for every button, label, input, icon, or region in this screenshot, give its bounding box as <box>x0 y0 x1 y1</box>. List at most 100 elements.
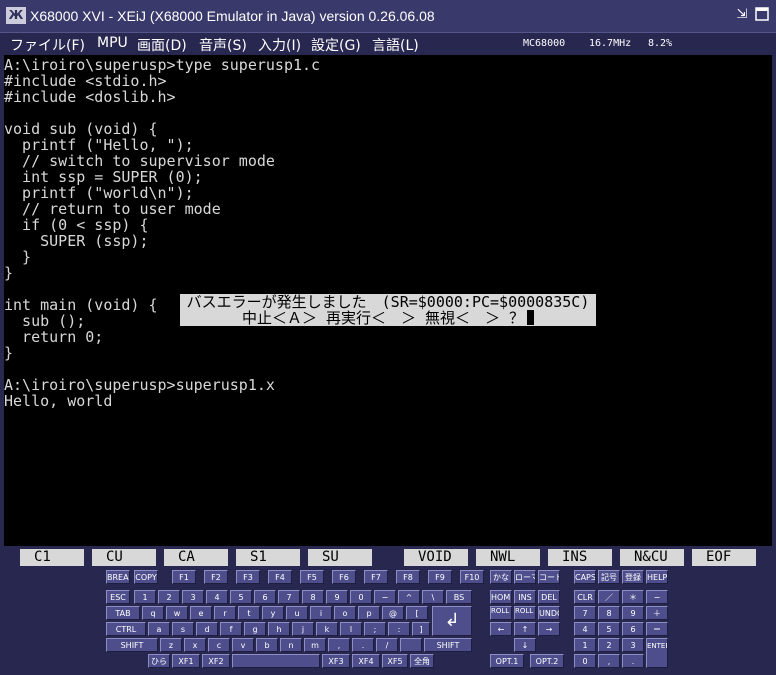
keyboard-key[interactable]: ／ <box>598 590 620 604</box>
keyboard-key[interactable]: F10 <box>460 570 484 584</box>
keyboard-key[interactable]: , <box>598 654 620 668</box>
maximize-icon[interactable] <box>754 7 770 23</box>
keyboard-key[interactable]: ROLL UP <box>490 606 512 620</box>
keyboard-key[interactable]: 8 <box>302 590 324 604</box>
keyboard-key[interactable]: DEL <box>538 590 560 604</box>
keyboard-key[interactable]: b <box>256 638 278 652</box>
keyboard-key[interactable]: 5 <box>598 622 620 636</box>
keyboard-key[interactable]: CTRL <box>106 622 146 636</box>
keyboard-key[interactable]: p <box>358 606 380 620</box>
keyboard-key[interactable]: F3 <box>236 570 260 584</box>
emulator-screen[interactable]: A:\iroiro\superusp>type superusp1.c #incl… <box>4 55 772 546</box>
keyboard-key[interactable]: F2 <box>204 570 228 584</box>
keyboard-key[interactable]: OPT.2 <box>530 654 564 668</box>
keyboard-key[interactable]: , <box>328 638 350 652</box>
keyboard-key[interactable]: UNDO <box>538 606 560 620</box>
keyboard-key[interactable]: SHIFT <box>106 638 158 652</box>
keyboard-key[interactable]: 0 <box>574 654 596 668</box>
keyboard-key[interactable]: y <box>262 606 284 620</box>
keyboard-key[interactable]: \ <box>422 590 444 604</box>
keyboard-key[interactable]: 8 <box>598 606 620 620</box>
keyboard-key[interactable]: ^ <box>398 590 420 604</box>
keyboard-key[interactable]: x <box>184 638 206 652</box>
keyboard-key[interactable]: ローマ <box>514 570 536 584</box>
keyboard-key[interactable] <box>232 654 320 668</box>
keyboard-key[interactable]: u <box>286 606 308 620</box>
keyboard-key[interactable]: 6 <box>622 622 644 636</box>
keyboard-key[interactable]: r <box>214 606 236 620</box>
keyboard-key[interactable]: コード <box>538 570 560 584</box>
keyboard-key[interactable]: 4 <box>206 590 228 604</box>
keyboard-key[interactable]: 5 <box>230 590 252 604</box>
keyboard-key[interactable]: ← <box>490 622 512 636</box>
menu-mpu[interactable]: MPU <box>97 35 128 51</box>
keyboard-key[interactable]: かな <box>490 570 512 584</box>
menu-sound[interactable]: 音声(S) <box>199 35 247 55</box>
keyboard-key[interactable]: ↑ <box>514 622 536 636</box>
keyboard-key[interactable]: SHIFT <box>424 638 472 652</box>
title-bar[interactable]: Ж X68000 XVI - XEiJ (X68000 Emulator in … <box>0 0 776 33</box>
keyboard-key[interactable]: OPT.1 <box>490 654 524 668</box>
keyboard-key[interactable]: ＋ <box>646 606 668 620</box>
keyboard-key[interactable]: 記号 <box>598 570 620 584</box>
keyboard-key[interactable]: HELP <box>646 570 668 584</box>
keyboard-key[interactable]: o <box>334 606 356 620</box>
keyboard-key[interactable]: XF4 <box>352 654 380 668</box>
keyboard-key[interactable]: h <box>268 622 290 636</box>
keyboard-key[interactable]: k <box>316 622 338 636</box>
keyboard-key[interactable]: HOME <box>490 590 512 604</box>
keyboard-key[interactable]: / <box>376 638 398 652</box>
keyboard-key[interactable]: w <box>166 606 188 620</box>
keyboard-key[interactable]: 7 <box>574 606 596 620</box>
keyboard-key[interactable]: d <box>196 622 218 636</box>
keyboard-key[interactable]: . <box>622 654 644 668</box>
keyboard-key[interactable]: s <box>172 622 194 636</box>
keyboard-key[interactable]: . <box>352 638 374 652</box>
keyboard-key[interactable]: n <box>280 638 302 652</box>
keyboard-key[interactable]: XF5 <box>382 654 408 668</box>
keyboard-key[interactable]: 3 <box>182 590 204 604</box>
menu-screen[interactable]: 画面(D) <box>137 35 187 55</box>
keyboard-key[interactable]: F6 <box>332 570 356 584</box>
keyboard-key[interactable]: F9 <box>428 570 452 584</box>
keyboard-key[interactable]: F7 <box>364 570 388 584</box>
keyboard-key[interactable]: l <box>340 622 362 636</box>
keyboard-key[interactable]: [ <box>406 606 428 620</box>
keyboard-key[interactable]: 9 <box>622 606 644 620</box>
keyboard-key[interactable]: TAB <box>106 606 140 620</box>
keyboard-key[interactable]: ; <box>364 622 386 636</box>
keyboard-key[interactable]: F5 <box>300 570 324 584</box>
keyboard-key[interactable]: e <box>190 606 212 620</box>
keyboard-key[interactable]: ＊ <box>622 590 644 604</box>
keyboard-key[interactable]: 6 <box>254 590 276 604</box>
keyboard-key[interactable]: F4 <box>268 570 292 584</box>
keyboard-key[interactable]: CAPS <box>574 570 596 584</box>
keyboard-key[interactable]: BS <box>446 590 472 604</box>
keyboard-key[interactable]: a <box>148 622 170 636</box>
return-key[interactable]: ↲ <box>432 606 472 636</box>
keyboard-key[interactable]: ＝ <box>646 622 668 636</box>
keyboard-key[interactable]: c <box>208 638 230 652</box>
menu-file[interactable]: ファイル(F) <box>10 35 85 55</box>
keyboard-key[interactable]: ひら <box>148 654 170 668</box>
keyboard-key[interactable]: m <box>304 638 326 652</box>
keyboard-key[interactable]: → <box>538 622 560 636</box>
keyboard-key[interactable] <box>400 638 422 652</box>
keyboard-key[interactable]: XF2 <box>202 654 230 668</box>
keyboard-key[interactable]: INS <box>514 590 536 604</box>
keyboard-key[interactable]: CLR <box>574 590 596 604</box>
keyboard-key[interactable]: 0 <box>350 590 372 604</box>
keyboard-key[interactable]: q <box>142 606 164 620</box>
menu-language[interactable]: 言語(L) <box>372 35 419 55</box>
keyboard-key[interactable]: ] <box>412 622 430 636</box>
keyboard-key[interactable]: 登録 <box>622 570 644 584</box>
restore-icon[interactable]: ⇲ <box>734 7 750 23</box>
keyboard-key[interactable]: 9 <box>326 590 348 604</box>
keyboard-key[interactable]: ENTER <box>646 638 668 668</box>
keyboard-key[interactable]: 2 <box>598 638 620 652</box>
keyboard-key[interactable]: F1 <box>172 570 196 584</box>
keyboard-key[interactable]: 全角 <box>410 654 434 668</box>
keyboard-key[interactable]: 4 <box>574 622 596 636</box>
keyboard-key[interactable]: ROLL DOWN <box>514 606 536 620</box>
keyboard-key[interactable]: j <box>292 622 314 636</box>
